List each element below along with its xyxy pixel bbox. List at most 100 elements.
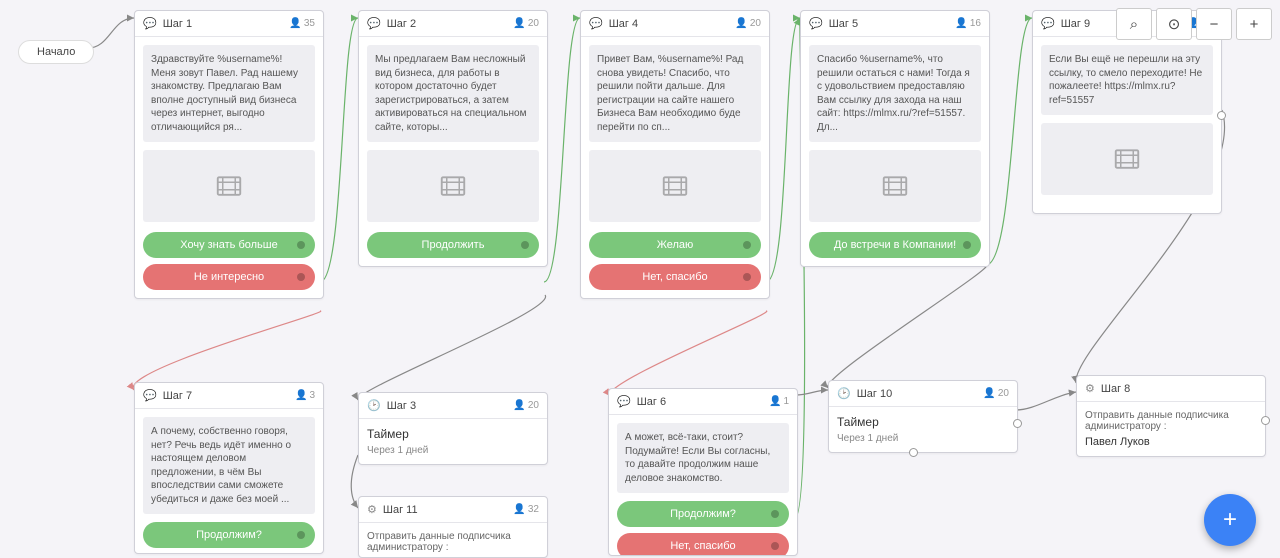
add-step-fab[interactable]: + (1204, 494, 1256, 546)
step-card-4[interactable]: 💬 Шаг 4 👤20 Привет Вам, %username%! Рад … (580, 10, 770, 299)
card-title: Шаг 8 (1101, 383, 1257, 395)
card-title: Шаг 1 (163, 18, 290, 30)
button-not-interested[interactable]: Не интересно (143, 264, 315, 290)
share-icon: ⚙ (367, 503, 377, 516)
card-header: 🕑 Шаг 10 👤20 (829, 381, 1017, 407)
admin-label: Отправить данные подписчика администрато… (1085, 410, 1257, 432)
card-header: 🕑 Шаг 3 👤20 (359, 393, 547, 419)
step-card-9[interactable]: 💬 Шаг 9 👤20 Если Вы ещё не перешли на эт… (1032, 10, 1222, 214)
film-icon (1109, 144, 1145, 174)
step-card-10[interactable]: 🕑 Шаг 10 👤20 Таймер Через 1 дней (828, 380, 1018, 453)
card-title: Шаг 2 (387, 18, 514, 30)
search-icon: ⌕ (1130, 16, 1138, 33)
button-continue[interactable]: Продолжим? (143, 522, 315, 548)
film-icon (657, 171, 693, 201)
media-placeholder (589, 150, 761, 222)
card-header: ⚙ Шаг 11 👤32 (359, 497, 547, 523)
timer-title: Таймер (367, 427, 539, 441)
subscriber-count: 👤35 (289, 18, 315, 29)
card-header: 💬 Шаг 1 👤35 (135, 11, 323, 37)
admin-label: Отправить данные подписчика администрато… (367, 531, 539, 553)
timer-text: Через 1 дней (367, 445, 539, 456)
film-icon (435, 171, 471, 201)
chat-icon: 💬 (809, 17, 823, 30)
card-header: 💬 Шаг 6 👤1 (609, 389, 797, 415)
card-header: 💬 Шаг 2 👤20 (359, 11, 547, 37)
subscriber-count: 👤16 (955, 18, 981, 29)
card-header: ⚙ Шаг 8 (1077, 376, 1265, 402)
step-card-8[interactable]: ⚙ Шаг 8 Отправить данные подписчика адми… (1076, 375, 1266, 457)
message-text: Здравствуйте %username%! Меня зовут Паве… (143, 45, 315, 142)
clock-icon: 🕑 (837, 387, 851, 400)
card-title: Шаг 4 (609, 18, 736, 30)
message-text: Спасибо %username%, что решили остаться … (809, 45, 981, 142)
step-card-6[interactable]: 💬 Шаг 6 👤1 А может, всё-таки, стоит? Под… (608, 388, 798, 556)
message-text: А может, всё-таки, стоит? Подумайте! Есл… (617, 423, 789, 493)
button-no-thanks[interactable]: Нет, спасибо (589, 264, 761, 290)
step-card-1[interactable]: 💬 Шаг 1 👤35 Здравствуйте %username%! Мен… (134, 10, 324, 299)
message-text: А почему, собственно говоря, нет? Речь в… (143, 417, 315, 514)
plus-icon: + (1223, 506, 1237, 534)
card-header: 💬 Шаг 4 👤20 (581, 11, 769, 37)
timer-title: Таймер (837, 415, 1009, 429)
card-title: Шаг 6 (637, 396, 769, 408)
button-no-thanks[interactable]: Нет, спасибо (617, 533, 789, 556)
media-placeholder (809, 150, 981, 222)
timer-text: Через 1 дней (837, 433, 1009, 444)
step-card-2[interactable]: 💬 Шаг 2 👤20 Мы предлагаем Вам несложный … (358, 10, 548, 267)
step-card-7[interactable]: 💬 Шаг 7 👤3 А почему, собственно говоря, … (134, 382, 324, 554)
card-title: Шаг 5 (829, 18, 956, 30)
media-placeholder (143, 150, 315, 222)
share-icon: ⚙ (1085, 382, 1095, 395)
card-title: Шаг 3 (387, 400, 514, 412)
button-want[interactable]: Желаю (589, 232, 761, 258)
chat-icon: 💬 (143, 389, 157, 402)
message-text: Если Вы ещё не перешли на эту ссылку, то… (1041, 45, 1213, 115)
message-text: Привет Вам, %username%! Рад снова увидет… (589, 45, 761, 142)
start-node[interactable]: Начало (18, 40, 94, 64)
message-text: Мы предлагаем Вам несложный вид бизнеса,… (367, 45, 539, 142)
output-port[interactable] (1217, 111, 1226, 120)
center-button[interactable]: ⊙ (1156, 8, 1192, 40)
zoom-out-button[interactable]: − (1196, 8, 1232, 40)
subscriber-count: 👤20 (513, 18, 539, 29)
subscriber-count: 👤20 (983, 388, 1009, 399)
subscriber-count: 👤1 (769, 396, 789, 407)
subscriber-count: 👤32 (513, 504, 539, 515)
output-port[interactable] (1261, 416, 1270, 425)
zoom-in-button[interactable]: + (1236, 8, 1272, 40)
film-icon (877, 171, 913, 201)
subscriber-count: 👤20 (513, 400, 539, 411)
step-card-5[interactable]: 💬 Шаг 5 👤16 Спасибо %username%, что реши… (800, 10, 990, 267)
start-label: Начало (37, 46, 75, 58)
minus-icon: − (1210, 16, 1219, 33)
toolbar: ⌕ ⊙ − + (1116, 8, 1272, 40)
card-header: 💬 Шаг 7 👤3 (135, 383, 323, 409)
card-title: Шаг 11 (383, 504, 514, 516)
chat-icon: 💬 (367, 17, 381, 30)
button-continue[interactable]: Продолжим? (617, 501, 789, 527)
chat-icon: 💬 (143, 17, 157, 30)
output-port[interactable] (1013, 419, 1022, 428)
card-title: Шаг 10 (857, 388, 984, 400)
target-icon: ⊙ (1168, 15, 1181, 33)
card-title: Шаг 7 (163, 390, 295, 402)
chat-icon: 💬 (589, 17, 603, 30)
chat-icon: 💬 (1041, 17, 1055, 30)
button-want-more[interactable]: Хочу знать больше (143, 232, 315, 258)
button-continue[interactable]: Продолжить (367, 232, 539, 258)
step-card-3[interactable]: 🕑 Шаг 3 👤20 Таймер Через 1 дней (358, 392, 548, 465)
step-card-11[interactable]: ⚙ Шаг 11 👤32 Отправить данные подписчика… (358, 496, 548, 558)
card-header: 💬 Шаг 5 👤16 (801, 11, 989, 37)
subscriber-count: 👤3 (295, 390, 315, 401)
media-placeholder (1041, 123, 1213, 195)
admin-name: Павел Луков (1085, 436, 1257, 448)
media-placeholder (367, 150, 539, 222)
chat-icon: 💬 (617, 395, 631, 408)
search-button[interactable]: ⌕ (1116, 8, 1152, 40)
film-icon (211, 171, 247, 201)
button-see-you[interactable]: До встречи в Компании! (809, 232, 981, 258)
subscriber-count: 👤20 (735, 18, 761, 29)
plus-icon: + (1250, 16, 1259, 33)
output-port[interactable] (909, 448, 918, 457)
